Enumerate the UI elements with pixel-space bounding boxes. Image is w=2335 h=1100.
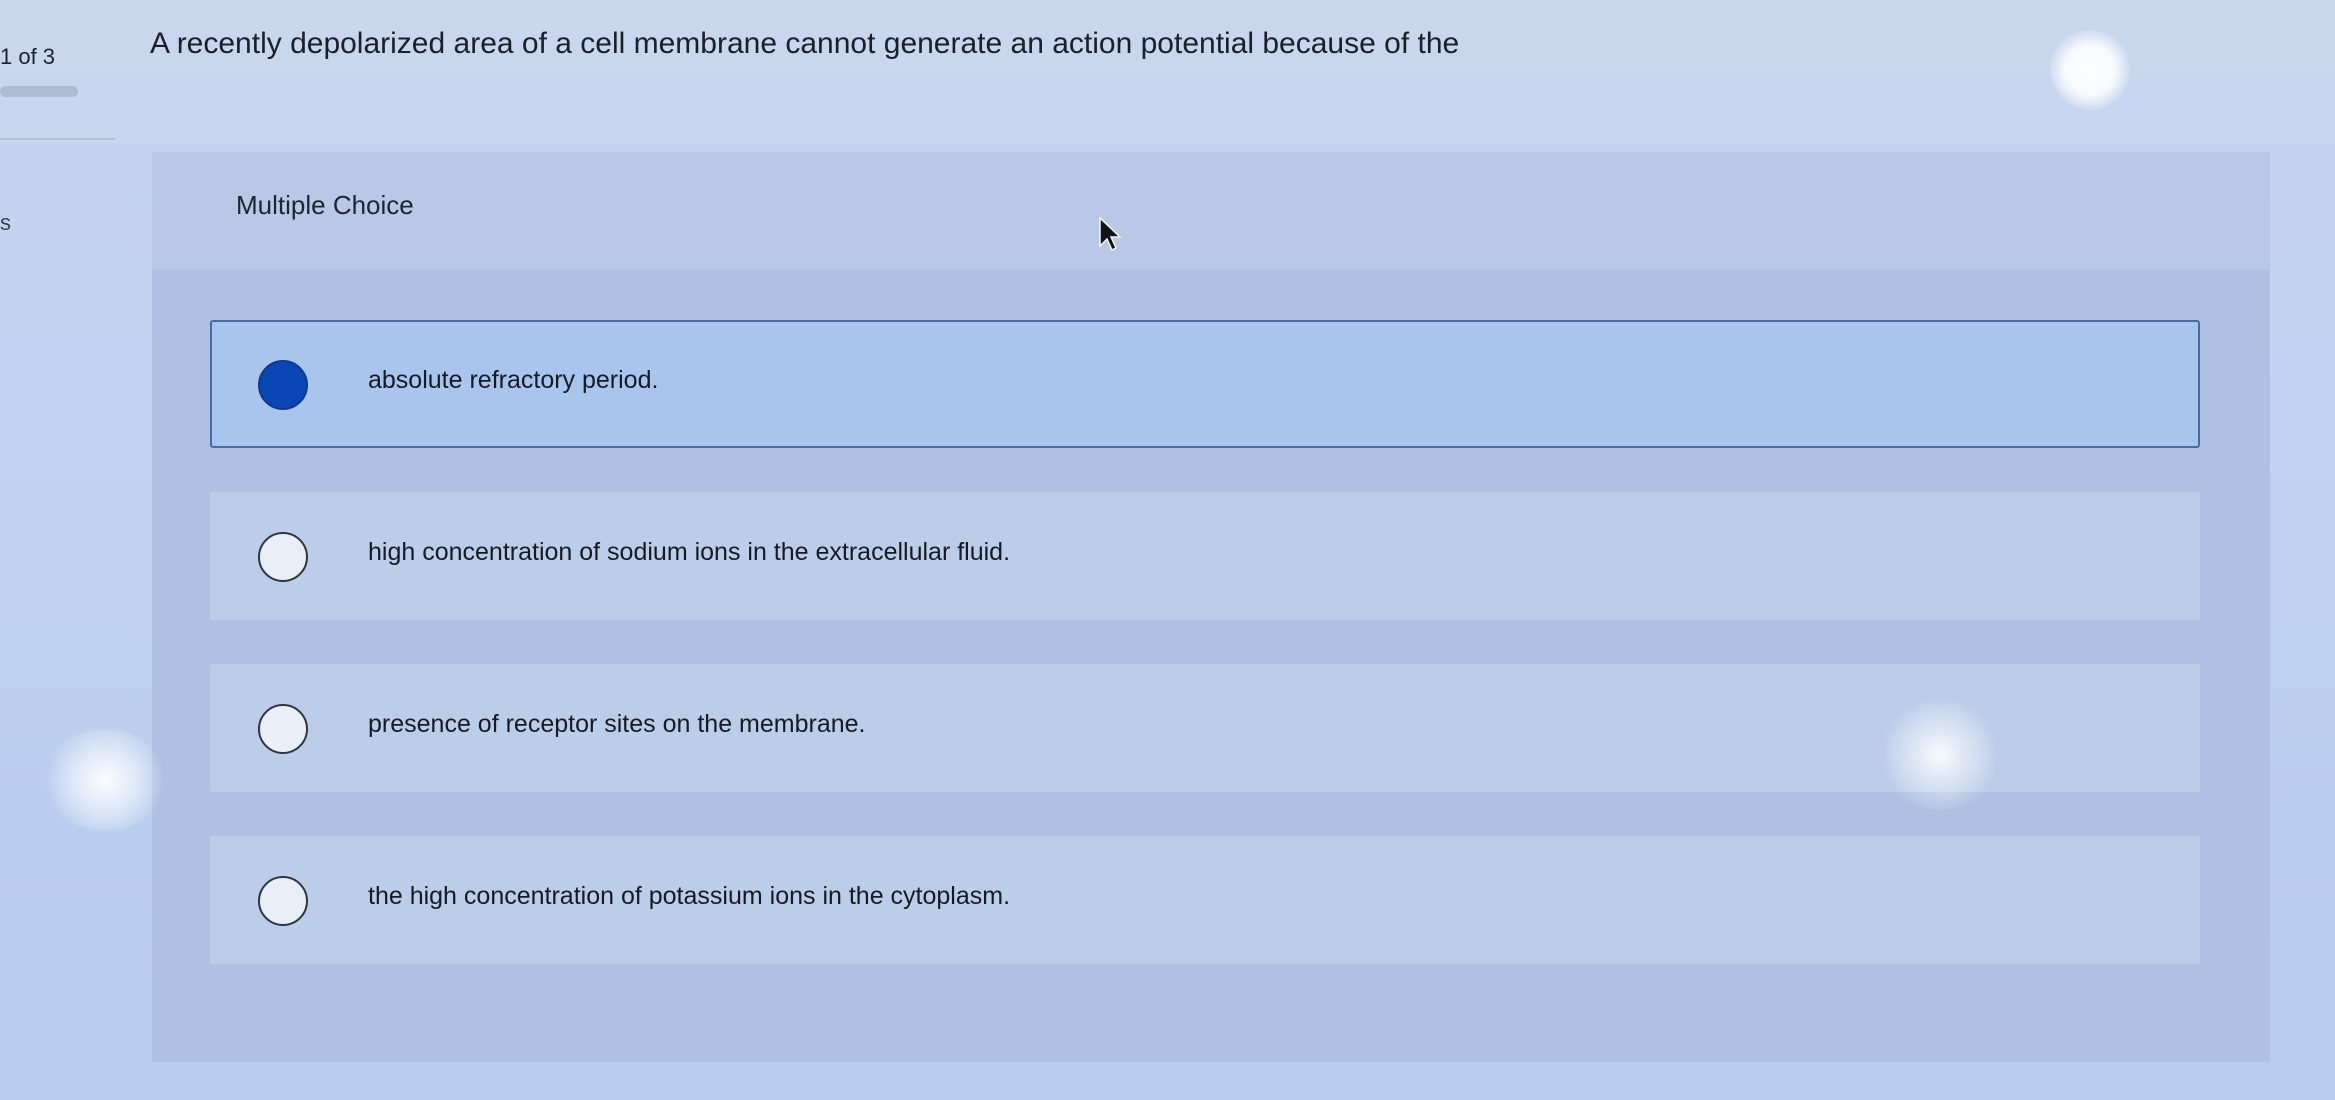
panel-header: Multiple Choice <box>152 152 2270 270</box>
answer-option-label: the high concentration of potassium ions… <box>368 882 1011 910</box>
answer-option-label: absolute refractory period. <box>368 366 659 394</box>
answer-option-4[interactable]: the high concentration of potassium ions… <box>210 836 2200 964</box>
radio-empty-icon[interactable] <box>258 704 308 754</box>
rail-partial-label: s <box>0 210 11 235</box>
progress-track <box>0 86 78 97</box>
answer-panel: Multiple Choice absolute refractory peri… <box>152 152 2270 1062</box>
question-type-label: Multiple Choice <box>236 190 414 220</box>
question-counter: 1 of 3 <box>0 44 56 69</box>
answer-option-3[interactable]: presence of receptor sites on the membra… <box>210 664 2200 792</box>
screen-glare <box>2050 30 2130 110</box>
answer-option-label: presence of receptor sites on the membra… <box>368 710 866 738</box>
radio-filled-icon[interactable] <box>258 360 308 410</box>
mouse-pointer-icon <box>1099 216 1122 252</box>
left-rail: 1 of 3 s <box>0 0 120 1100</box>
answer-option-label: high concentration of sodium ions in the… <box>368 538 1011 566</box>
answer-option-1[interactable]: absolute refractory period. <box>210 320 2200 448</box>
question-prompt: A recently depolarized area of a cell me… <box>150 27 1460 60</box>
radio-empty-icon[interactable] <box>258 532 308 582</box>
rail-divider <box>0 138 115 140</box>
answer-option-2[interactable]: high concentration of sodium ions in the… <box>210 492 2200 620</box>
radio-empty-icon[interactable] <box>258 876 308 926</box>
